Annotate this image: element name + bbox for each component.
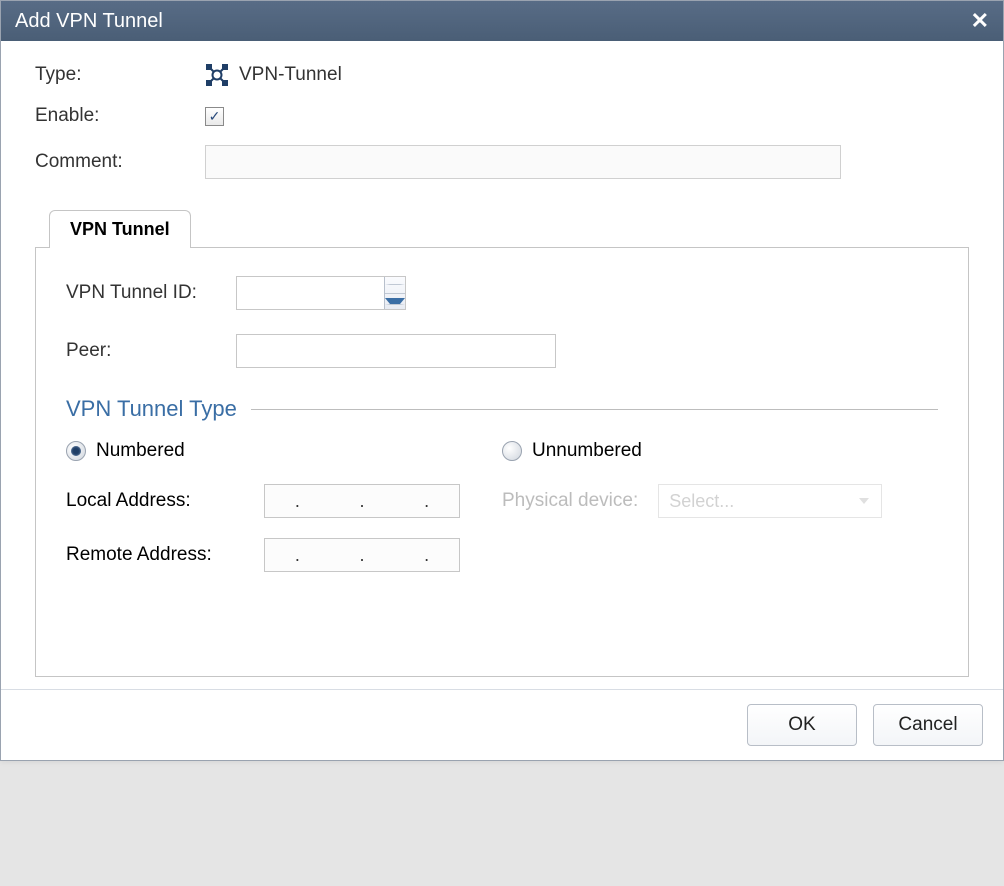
unnumbered-radio-option[interactable]: Unnumbered xyxy=(502,440,938,462)
peer-row: Peer: xyxy=(66,334,938,368)
radio-icon xyxy=(66,441,86,461)
dialog-footer: OK Cancel xyxy=(1,689,1003,760)
unnumbered-label: Unnumbered xyxy=(532,440,642,462)
radio-icon xyxy=(502,441,522,461)
comment-input[interactable] xyxy=(205,145,841,179)
tunnel-id-label: VPN Tunnel ID: xyxy=(66,282,236,304)
remote-address-label: Remote Address: xyxy=(66,544,264,566)
remote-address-row: Remote Address: ... xyxy=(66,538,502,572)
ok-button-label: OK xyxy=(788,714,815,736)
tunnel-type-options: Numbered Local Address: ... Remote Addre… xyxy=(66,440,938,592)
comment-row: Comment: xyxy=(35,145,969,179)
physical-device-label: Physical device: xyxy=(502,490,638,512)
section-divider xyxy=(251,409,938,410)
titlebar: Add VPN Tunnel ✕ xyxy=(1,1,1003,41)
dropdown-icon xyxy=(855,485,873,517)
peer-label: Peer: xyxy=(66,340,236,362)
type-label: Type: xyxy=(35,64,195,86)
tab-vpn-tunnel[interactable]: VPN Tunnel xyxy=(49,210,191,248)
numbered-radio-option[interactable]: Numbered xyxy=(66,440,502,462)
numbered-column: Numbered Local Address: ... Remote Addre… xyxy=(66,440,502,592)
add-vpn-tunnel-dialog: Add VPN Tunnel ✕ Type: xyxy=(0,0,1004,761)
ok-button[interactable]: OK xyxy=(747,704,857,746)
numbered-label: Numbered xyxy=(96,440,185,462)
stepper-down-button[interactable] xyxy=(385,294,405,310)
remote-address-input[interactable]: ... xyxy=(264,538,460,572)
cancel-button-label: Cancel xyxy=(898,714,957,736)
local-address-input[interactable]: ... xyxy=(264,484,460,518)
local-address-row: Local Address: ... xyxy=(66,484,502,518)
tab-panel: VPN Tunnel ID: Peer: V xyxy=(35,247,969,677)
unnumbered-column: Unnumbered Physical device: Select... xyxy=(502,440,938,592)
chevron-down-icon xyxy=(859,498,869,504)
physical-device-row: Physical device: Select... xyxy=(502,484,938,518)
type-value-group: VPN-Tunnel xyxy=(205,63,342,87)
dialog-body: Type: VPN-Tunnel xyxy=(1,41,1003,689)
cancel-button[interactable]: Cancel xyxy=(873,704,983,746)
tab-container: VPN Tunnel VPN Tunnel ID: xyxy=(35,209,969,677)
tunnel-type-title: VPN Tunnel Type xyxy=(66,396,237,422)
peer-input[interactable] xyxy=(236,334,556,368)
stepper-buttons xyxy=(384,277,405,309)
tab-strip: VPN Tunnel xyxy=(49,209,969,247)
enable-row: Enable: ✓ xyxy=(35,105,969,127)
tunnel-id-row: VPN Tunnel ID: xyxy=(66,276,938,310)
tunnel-id-stepper[interactable] xyxy=(236,276,406,310)
physical-device-placeholder: Select... xyxy=(669,491,734,512)
tab-label: VPN Tunnel xyxy=(70,219,170,239)
chevron-up-icon xyxy=(385,284,405,285)
type-value: VPN-Tunnel xyxy=(239,64,342,86)
vpn-tunnel-icon xyxy=(205,63,229,87)
tunnel-id-input[interactable] xyxy=(237,277,384,309)
stepper-up-button[interactable] xyxy=(385,277,405,294)
enable-label: Enable: xyxy=(35,105,195,127)
dialog-title: Add VPN Tunnel xyxy=(15,10,163,33)
enable-checkbox[interactable]: ✓ xyxy=(205,107,224,126)
type-row: Type: VPN-Tunnel xyxy=(35,63,969,87)
physical-device-select: Select... xyxy=(658,484,882,518)
comment-label: Comment: xyxy=(35,145,195,173)
local-address-label: Local Address: xyxy=(66,490,264,512)
tunnel-type-section-header: VPN Tunnel Type xyxy=(66,396,938,422)
chevron-down-icon xyxy=(385,298,405,305)
close-icon[interactable]: ✕ xyxy=(971,8,989,34)
